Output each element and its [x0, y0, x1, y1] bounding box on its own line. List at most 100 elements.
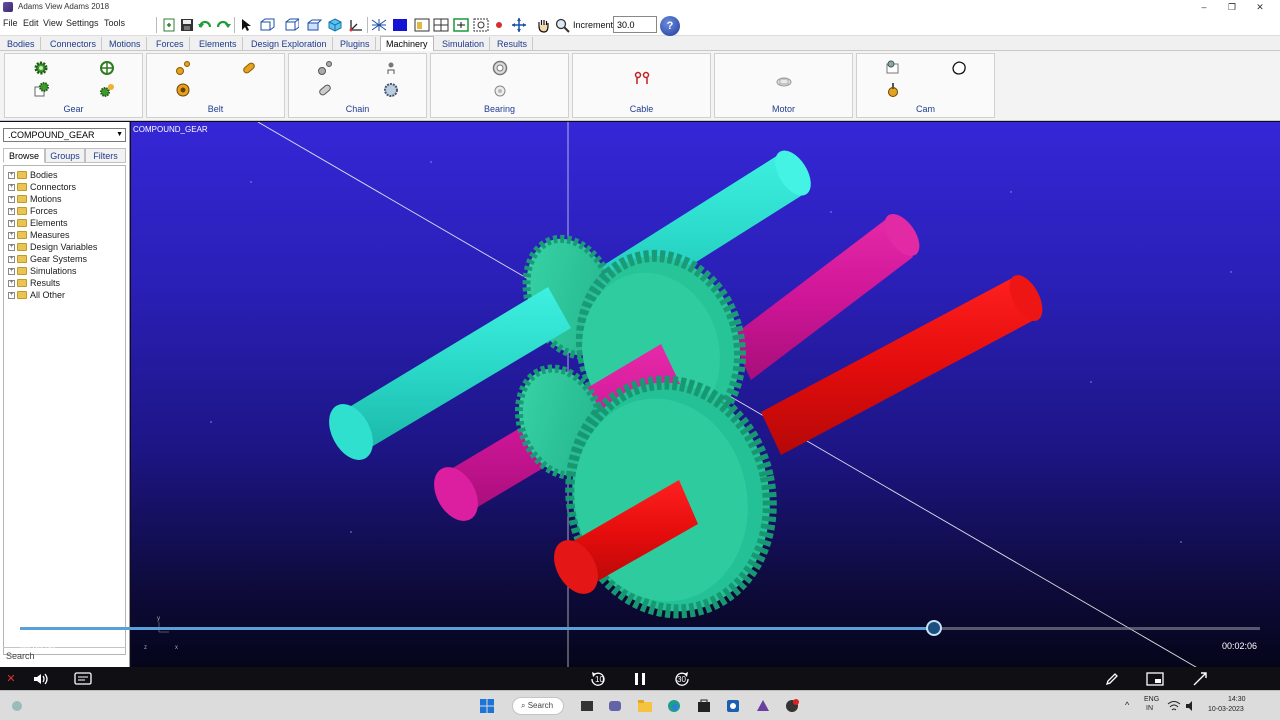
center-icon[interactable] — [490, 16, 508, 34]
start-icon[interactable] — [478, 697, 496, 715]
chain-create-icon[interactable] — [316, 59, 334, 77]
skip-forward-button[interactable]: 30 — [670, 667, 694, 690]
miniplayer-icon[interactable] — [1145, 667, 1165, 690]
zoom-icon[interactable] — [553, 16, 571, 34]
tab-groups[interactable]: Groups — [45, 148, 85, 163]
video-progress-knob[interactable] — [925, 620, 942, 636]
file-explorer-icon[interactable] — [636, 697, 654, 715]
tree-item-forces[interactable]: + Forces — [8, 205, 58, 217]
pause-button[interactable] — [630, 667, 650, 690]
expand-icon[interactable]: + — [8, 219, 15, 227]
cam-table-icon[interactable] — [884, 59, 902, 77]
chain-link-icon[interactable] — [316, 81, 334, 99]
expand-icon[interactable]: + — [8, 231, 15, 239]
chain-sprocket-icon[interactable] — [382, 81, 400, 99]
tab-bodies[interactable]: Bodies — [2, 37, 41, 51]
app-close-icon[interactable]: ✕ — [4, 667, 18, 690]
tree-item-elements[interactable]: + Elements — [8, 217, 68, 229]
fullscreen-exit-icon[interactable] — [1190, 667, 1210, 690]
expand-icon[interactable]: + — [8, 291, 15, 299]
menu-file[interactable]: File — [3, 18, 18, 28]
zoom-box-icon[interactable] — [472, 16, 490, 34]
tab-machinery[interactable]: Machinery — [380, 36, 434, 52]
menu-view[interactable]: View — [43, 18, 62, 28]
undo-icon[interactable] — [196, 16, 214, 34]
view-top-icon[interactable] — [305, 16, 323, 34]
render-cube-icon[interactable] — [326, 16, 344, 34]
tab-elements[interactable]: Elements — [194, 37, 243, 51]
gear-wizard-icon[interactable] — [98, 59, 116, 77]
axis-triad-icon[interactable] — [347, 16, 365, 34]
cam-profile-icon[interactable] — [950, 59, 968, 77]
menu-edit[interactable]: Edit — [23, 18, 39, 28]
select-arrow-icon[interactable] — [237, 16, 255, 34]
pan-hand-icon[interactable] — [534, 16, 552, 34]
recorder-app-icon[interactable] — [783, 697, 801, 715]
expand-icon[interactable]: + — [8, 207, 15, 215]
gear-set-icon[interactable] — [98, 81, 116, 99]
captions-icon[interactable] — [72, 667, 94, 690]
taskbar-search[interactable]: ⌕ Search — [512, 697, 564, 715]
expand-icon[interactable]: + — [8, 243, 15, 251]
expand-icon[interactable]: + — [8, 195, 15, 203]
view-layout-icon[interactable] — [432, 16, 450, 34]
fit-view-icon[interactable] — [452, 16, 470, 34]
task-view-icon[interactable] — [578, 697, 596, 715]
tab-forces[interactable]: Forces — [151, 37, 190, 51]
clock-time[interactable]: 14:30 — [1228, 696, 1246, 703]
expand-icon[interactable]: + — [8, 267, 15, 275]
tab-browse[interactable]: Browse — [3, 148, 45, 163]
edge-browser-icon[interactable] — [665, 697, 683, 715]
browser-search-label[interactable]: Search — [6, 651, 35, 661]
translate-icon[interactable] — [510, 16, 528, 34]
bearing-create-icon[interactable] — [491, 59, 509, 77]
tree-item-all-other[interactable]: + All Other — [8, 289, 65, 301]
chain-wizard-icon[interactable] — [382, 59, 400, 77]
motor-create-icon[interactable] — [775, 72, 793, 90]
tree-item-design-variables[interactable]: + Design Variables — [8, 241, 97, 253]
view-iso-icon[interactable] — [282, 16, 300, 34]
belt-pulley-icon[interactable] — [174, 81, 192, 99]
gear-create-icon[interactable] — [32, 59, 50, 77]
help-icon[interactable]: ? — [660, 16, 680, 36]
cable-create-icon[interactable] — [633, 69, 651, 87]
redo-icon[interactable] — [214, 16, 232, 34]
volume-icon[interactable] — [30, 667, 52, 690]
tree-item-results[interactable]: + Results — [8, 277, 60, 289]
annotate-pen-icon[interactable] — [1102, 667, 1122, 690]
skip-back-button[interactable]: 10 — [586, 667, 610, 690]
window-layout-icon[interactable] — [413, 16, 431, 34]
expand-icon[interactable]: + — [8, 255, 15, 263]
expand-icon[interactable]: + — [8, 171, 15, 179]
tree-item-motions[interactable]: + Motions — [8, 193, 62, 205]
bearing-table-icon[interactable] — [491, 81, 509, 99]
tab-results[interactable]: Results — [492, 37, 534, 51]
color-picker-icon[interactable] — [391, 16, 409, 34]
tab-filters[interactable]: Filters — [85, 148, 126, 163]
minimize-button[interactable]: – — [1192, 0, 1216, 14]
app-blue-icon[interactable] — [724, 697, 742, 715]
language-indicator[interactable]: ENG — [1144, 696, 1159, 703]
store-icon[interactable] — [695, 697, 713, 715]
tab-connectors[interactable]: Connectors — [45, 37, 103, 51]
belt-wizard-icon[interactable] — [240, 59, 258, 77]
wifi-icon[interactable] — [1165, 697, 1183, 715]
close-button[interactable]: ✕ — [1248, 0, 1272, 14]
expand-icon[interactable]: + — [8, 183, 15, 191]
tab-simulation[interactable]: Simulation — [437, 37, 491, 51]
new-model-icon[interactable] — [160, 16, 178, 34]
teams-chat-icon[interactable] — [606, 697, 624, 715]
speaker-icon[interactable] — [1182, 697, 1200, 715]
tray-overflow-icon[interactable]: ^ — [1125, 700, 1129, 710]
gear-table-icon[interactable] — [32, 81, 50, 99]
cam-follower-icon[interactable] — [884, 81, 902, 99]
mesh-wireframe-icon[interactable] — [370, 16, 388, 34]
tree-item-gear-systems[interactable]: + Gear Systems — [8, 253, 87, 265]
tree-item-bodies[interactable]: + Bodies — [8, 169, 58, 181]
widgets-icon[interactable] — [8, 697, 26, 715]
tab-motions[interactable]: Motions — [104, 37, 147, 51]
menu-tools[interactable]: Tools — [104, 18, 125, 28]
expand-icon[interactable]: + — [8, 279, 15, 287]
maximize-button[interactable]: ❐ — [1220, 0, 1244, 14]
menu-settings[interactable]: Settings — [66, 18, 99, 28]
